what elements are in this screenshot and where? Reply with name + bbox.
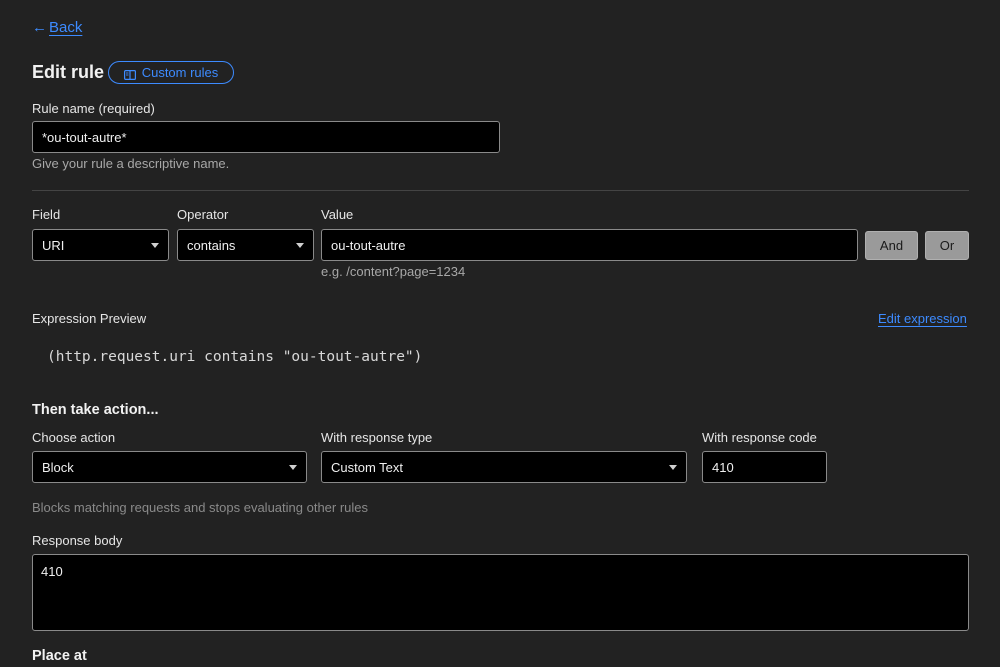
operator-select[interactable]: contains xyxy=(177,229,314,261)
response-code-label: With response code xyxy=(702,430,817,445)
place-at-heading: Place at xyxy=(32,648,87,664)
response-body-value: 410 xyxy=(41,564,63,579)
custom-rules-label: Custom rules xyxy=(141,65,219,80)
action-description: Blocks matching requests and stops evalu… xyxy=(32,500,369,515)
response-body-label: Response body xyxy=(32,533,123,548)
back-link-label: Back xyxy=(49,19,83,36)
section-divider xyxy=(32,190,969,191)
field-label: Field xyxy=(32,207,61,222)
arrow-left-icon: ← xyxy=(32,19,47,36)
response-type-select[interactable]: Custom Text xyxy=(321,451,687,483)
response-type-value: Custom Text xyxy=(331,459,404,475)
response-type-label: With response type xyxy=(321,430,433,445)
expression-preview-label: Expression Preview xyxy=(32,311,147,326)
choose-action-value: Block xyxy=(42,459,74,475)
value-input-value: ou-tout-autre xyxy=(331,237,406,253)
and-button[interactable]: And xyxy=(865,231,918,260)
value-label: Value xyxy=(321,207,354,222)
field-select[interactable]: URI xyxy=(32,229,169,261)
rule-name-input[interactable]: *ou-tout-autre* xyxy=(32,121,500,153)
operator-select-value: contains xyxy=(187,237,236,253)
chevron-down-icon xyxy=(296,242,304,248)
response-code-input[interactable]: 410 xyxy=(702,451,827,483)
rule-name-help: Give your rule a descriptive name. xyxy=(32,156,230,171)
response-body-textarea[interactable]: 410 xyxy=(32,554,969,631)
action-heading: Then take action... xyxy=(32,402,159,418)
value-hint: e.g. /content?page=1234 xyxy=(321,264,466,279)
field-select-value: URI xyxy=(42,237,65,253)
choose-action-select[interactable]: Block xyxy=(32,451,307,483)
chevron-down-icon xyxy=(289,464,297,470)
choose-action-label: Choose action xyxy=(32,430,116,445)
operator-label: Operator xyxy=(177,207,229,222)
value-input[interactable]: ou-tout-autre xyxy=(321,229,858,261)
rule-name-value: *ou-tout-autre* xyxy=(42,129,127,145)
expression-preview-code: (http.request.uri contains "ou-tout-autr… xyxy=(47,349,423,365)
or-button[interactable]: Or xyxy=(925,231,969,260)
custom-rules-docs-button[interactable]: Custom rules xyxy=(108,61,234,84)
chevron-down-icon xyxy=(151,242,159,248)
rule-name-label: Rule name (required) xyxy=(32,101,155,116)
book-icon xyxy=(123,68,136,80)
back-link[interactable]: ← Back xyxy=(32,19,82,36)
chevron-down-icon xyxy=(669,464,677,470)
response-code-value: 410 xyxy=(712,459,734,475)
page-title: Edit rule xyxy=(32,62,105,82)
edit-expression-link[interactable]: Edit expression xyxy=(878,311,967,326)
